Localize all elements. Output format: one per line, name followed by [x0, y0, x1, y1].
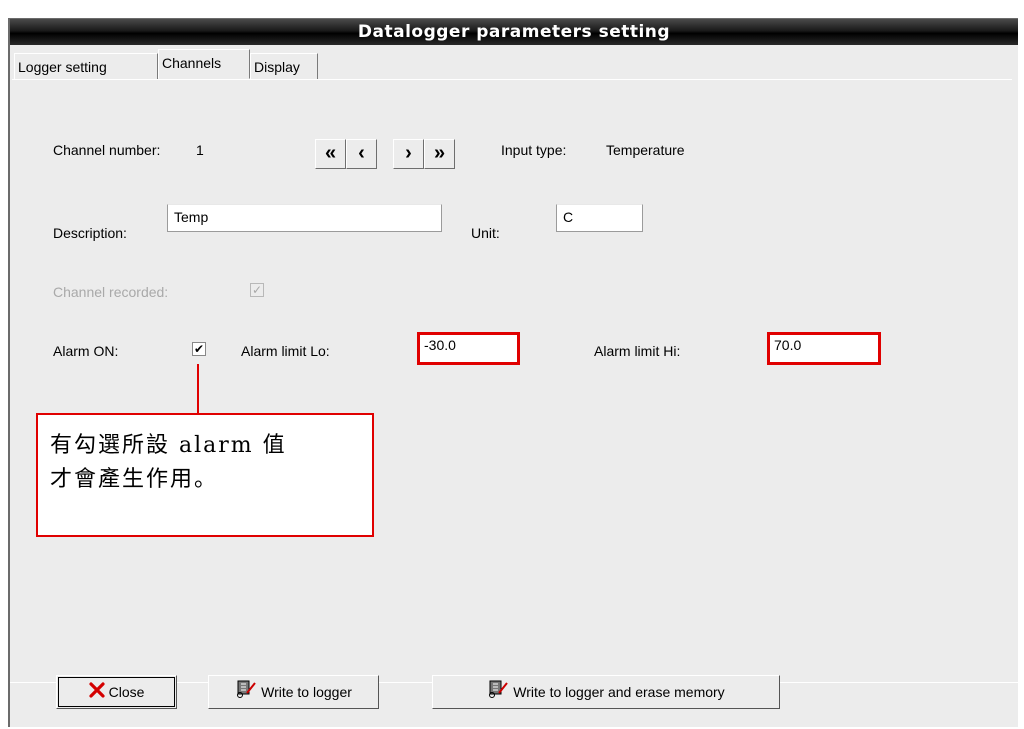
channel-recorded-label: Channel recorded: — [53, 284, 169, 300]
alarm-hi-label: Alarm limit Hi: — [594, 343, 681, 359]
callout-connector — [197, 364, 199, 413]
channel-recorded-checkbox[interactable]: ✓ — [250, 283, 264, 297]
unit-label: Unit: — [471, 225, 500, 241]
next-channel-button[interactable]: › — [393, 139, 424, 169]
first-channel-button[interactable]: « — [315, 139, 346, 169]
annotation-callout: 有勾選所設 alarm 值 才會產生作用。 — [36, 413, 374, 537]
logger-write-icon — [235, 677, 257, 709]
tab-channels[interactable]: Channels — [158, 49, 250, 79]
alarm-hi-input[interactable]: 70.0 — [767, 332, 881, 365]
close-button[interactable]: Close — [56, 675, 177, 709]
close-button-label: Close — [108, 684, 145, 700]
prev-channel-button[interactable]: ‹ — [346, 139, 377, 169]
channel-number-label: Channel number: — [53, 142, 161, 158]
alarm-lo-input[interactable]: -30.0 — [417, 332, 520, 365]
title-bar: Datalogger parameters setting — [10, 19, 1018, 45]
tab-logger-setting[interactable]: Logger setting — [14, 53, 158, 79]
write-to-logger-label: Write to logger — [261, 684, 352, 700]
write-and-erase-label: Write to logger and erase memory — [513, 684, 725, 700]
dialog-window: Datalogger parameters setting Logger set… — [8, 18, 1018, 727]
logger-erase-icon — [487, 677, 509, 709]
alarm-on-checkbox[interactable]: ✔ — [192, 342, 206, 356]
write-to-logger-button[interactable]: Write to logger — [208, 675, 379, 709]
callout-line-1: 有勾選所設 alarm 值 — [50, 433, 287, 458]
input-type-label: Input type: — [501, 142, 567, 158]
callout-line-2: 才會產生作用。 — [50, 467, 219, 492]
input-type-value: Temperature — [606, 142, 685, 158]
alarm-lo-label: Alarm limit Lo: — [241, 343, 330, 359]
description-label: Description: — [53, 225, 127, 241]
tab-display[interactable]: Display — [250, 53, 318, 79]
write-and-erase-button[interactable]: Write to logger and erase memory — [432, 675, 780, 709]
channel-number-value: 1 — [196, 142, 204, 158]
alarm-on-label: Alarm ON: — [53, 343, 119, 359]
description-input[interactable]: Temp — [167, 204, 442, 232]
last-channel-button[interactable]: » — [424, 139, 455, 169]
unit-input[interactable]: C — [556, 204, 643, 232]
tab-divider — [12, 79, 1012, 80]
close-x-icon — [88, 677, 105, 709]
